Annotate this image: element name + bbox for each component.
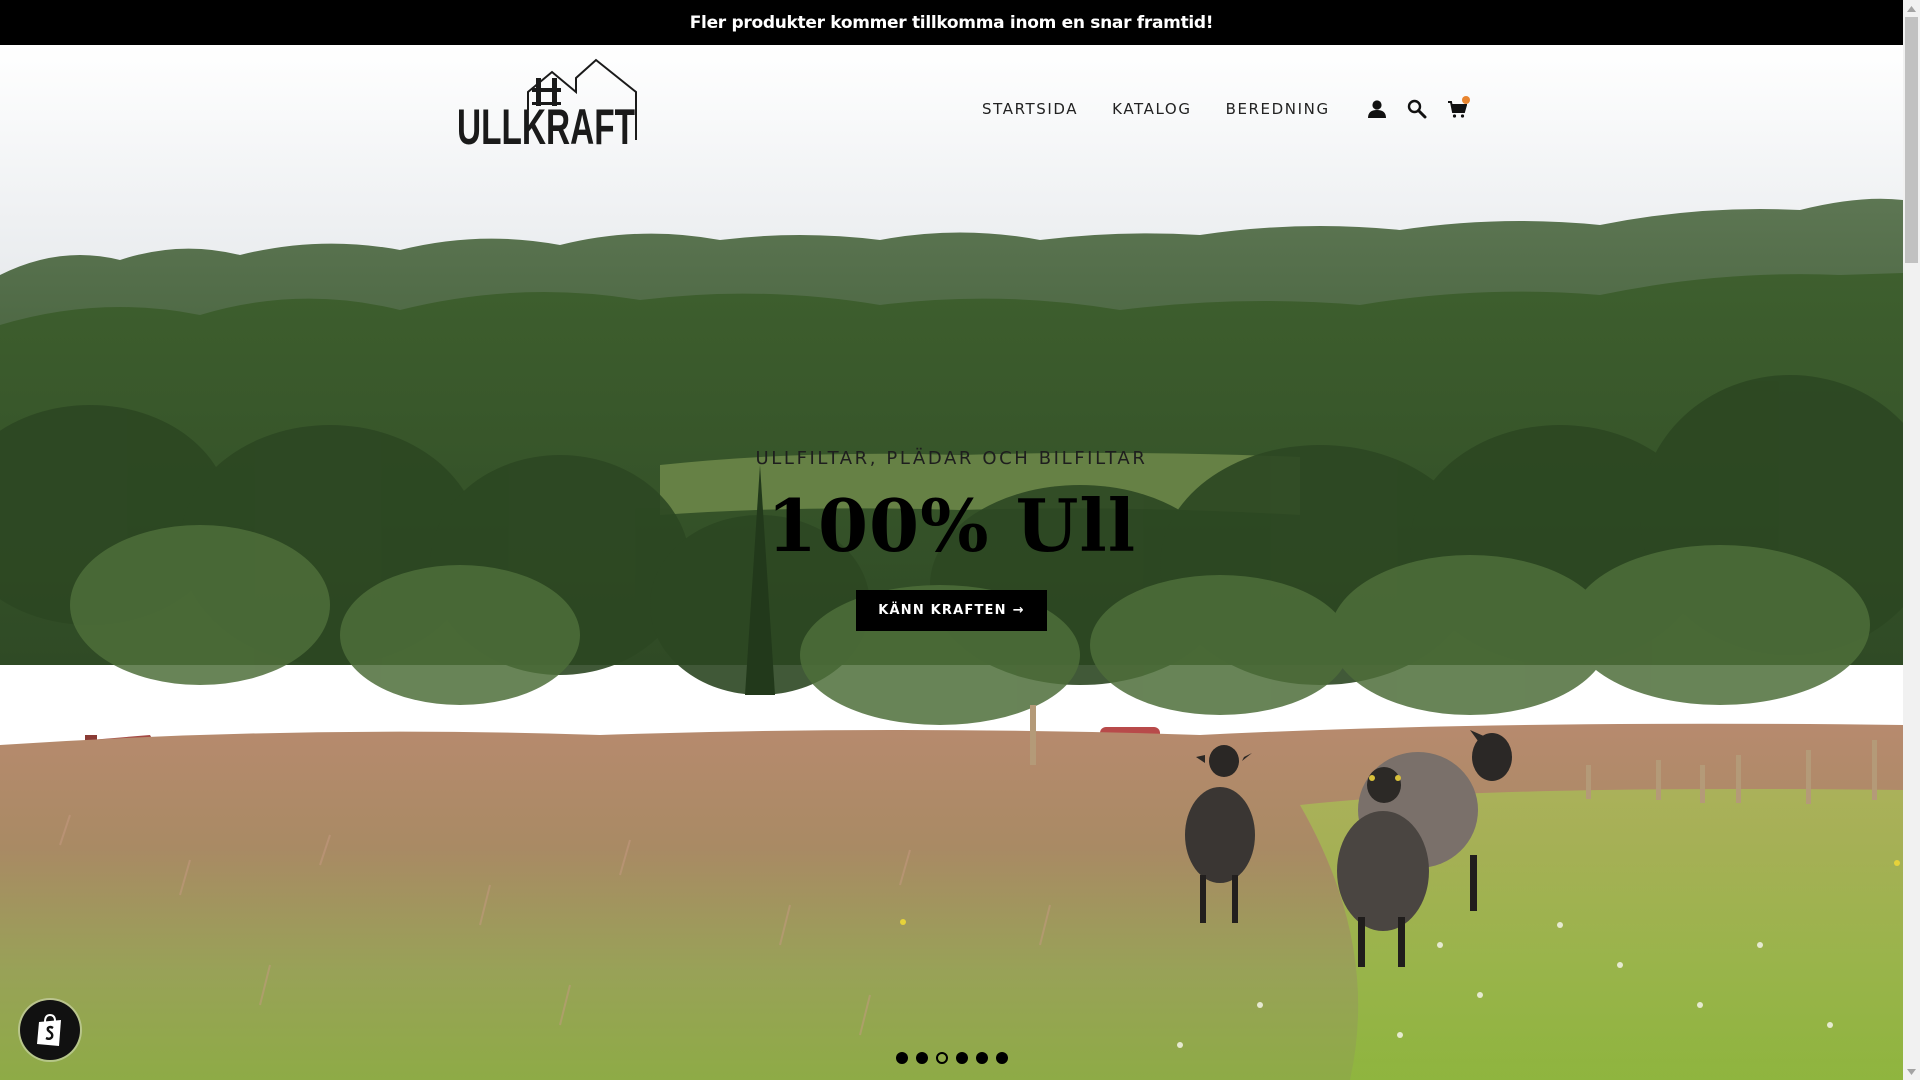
hero-title: 100% Ull xyxy=(766,483,1137,568)
page: Fler produkter kommer tillkomma inom en … xyxy=(0,0,1920,1080)
slide-dot-5[interactable] xyxy=(976,1052,988,1064)
account-icon[interactable] xyxy=(1364,96,1390,122)
hero-cta-label: KÄNN KRAFTEN xyxy=(878,603,1007,618)
nav-link-katalog[interactable]: KATALOG xyxy=(1112,100,1191,118)
search-icon[interactable] xyxy=(1404,96,1430,122)
page-scrollbar[interactable] xyxy=(1903,0,1920,1080)
slide-dot-3-active[interactable] xyxy=(936,1052,948,1064)
hero-cta-button[interactable]: KÄNN KRAFTEN → xyxy=(856,590,1047,631)
cart-icon[interactable] xyxy=(1444,96,1470,122)
announcement-bar: Fler produkter kommer tillkomma inom en … xyxy=(0,0,1903,45)
slide-dot-6[interactable] xyxy=(996,1052,1008,1064)
shopify-bag-icon[interactable] xyxy=(20,1000,80,1060)
hero-content: ULLFILTAR, PLÄDAR OCH BILFILTAR 100% Ull… xyxy=(0,448,1903,631)
slide-dot-4[interactable] xyxy=(956,1052,968,1064)
slideshow-pagination xyxy=(896,1052,1008,1064)
hero-subtitle: ULLFILTAR, PLÄDAR OCH BILFILTAR xyxy=(755,448,1148,469)
scroll-down-arrow-icon[interactable] xyxy=(1903,1063,1920,1080)
nav-link-beredning[interactable]: BEREDNING xyxy=(1226,100,1330,118)
announcement-text: Fler produkter kommer tillkomma inom en … xyxy=(689,12,1214,33)
main-navigation: STARTSIDA KATALOG BEREDNING xyxy=(982,96,1484,122)
slide-dot-1[interactable] xyxy=(896,1052,908,1064)
logo-wordmark: ULLKRAFT xyxy=(457,99,635,148)
ullkraft-logo[interactable]: ULLKRAFT xyxy=(456,58,640,155)
cart-count-indicator xyxy=(1461,96,1470,104)
arrow-right-icon: → xyxy=(1012,603,1025,618)
nav-link-startsida[interactable]: STARTSIDA xyxy=(982,100,1078,118)
scrollbar-thumb[interactable] xyxy=(1905,17,1918,263)
scroll-up-arrow-icon[interactable] xyxy=(1903,0,1920,17)
slide-dot-2[interactable] xyxy=(916,1052,928,1064)
